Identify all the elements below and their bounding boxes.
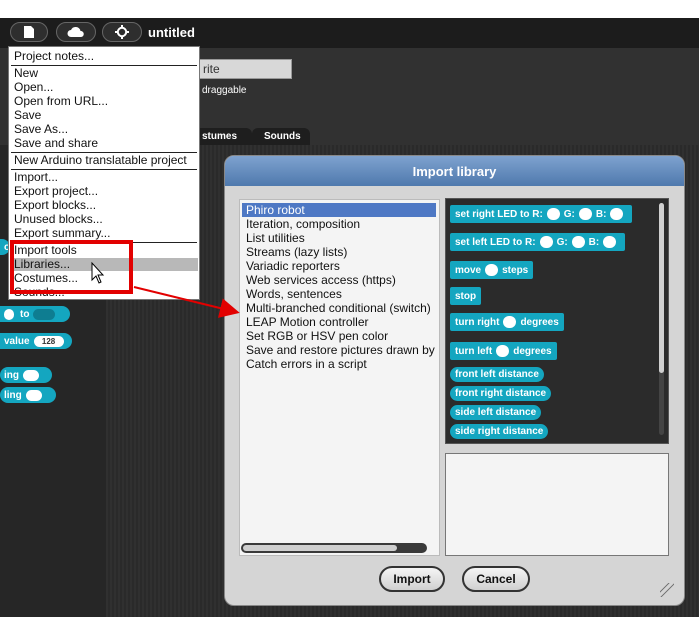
block-label: ling bbox=[4, 389, 22, 401]
highlight-callout bbox=[10, 240, 133, 294]
file-icon bbox=[24, 26, 34, 38]
sprite-name-field[interactable]: rite bbox=[196, 59, 292, 79]
library-item[interactable]: Words, sentences bbox=[246, 287, 342, 301]
library-item[interactable]: Iteration, composition bbox=[246, 217, 360, 231]
library-item[interactable]: LEAP Motion controller bbox=[246, 315, 369, 329]
menu-item-open-url[interactable]: Open from URL... bbox=[14, 95, 108, 108]
block-label: ing bbox=[4, 369, 19, 381]
vertical-scrollbar[interactable] bbox=[659, 203, 664, 435]
scrollbar-thumb[interactable] bbox=[243, 545, 397, 551]
menu-item-save[interactable]: Save bbox=[14, 109, 41, 122]
menu-item-save-as[interactable]: Save As... bbox=[14, 123, 68, 136]
menu-item-save-share[interactable]: Save and share bbox=[14, 137, 98, 150]
block-move-steps: move steps bbox=[450, 261, 534, 279]
project-title: untitled bbox=[148, 25, 195, 40]
block-set-right-led: set right LED to R: G: B: bbox=[450, 205, 633, 223]
input-slot bbox=[539, 236, 553, 248]
library-item[interactable]: Multi-branched conditional (switch) bbox=[246, 301, 431, 315]
menu-item-export-summary[interactable]: Export summary... bbox=[14, 227, 110, 240]
menu-item-import[interactable]: Import... bbox=[14, 171, 58, 184]
variable-slot[interactable] bbox=[33, 308, 56, 320]
library-item[interactable]: Variadic reporters bbox=[246, 259, 340, 273]
input-slot bbox=[503, 316, 517, 328]
menu-item-export-blocks[interactable]: Export blocks... bbox=[14, 199, 96, 212]
reporter-front-right-distance: front right distance bbox=[450, 386, 552, 401]
menu-item-arduino-project[interactable]: New Arduino translatable project bbox=[14, 154, 187, 167]
block-label: value bbox=[4, 335, 30, 347]
reporter-front-left-distance: front left distance bbox=[450, 367, 544, 382]
block-turn-left: turn left degrees bbox=[450, 342, 557, 360]
menu-item-project-notes[interactable]: Project notes... bbox=[14, 50, 94, 63]
block-text: turn right bbox=[455, 316, 500, 328]
input-slot bbox=[496, 345, 510, 357]
block-text: degrees bbox=[520, 316, 559, 328]
input-slot bbox=[603, 236, 617, 248]
input-slot bbox=[571, 236, 585, 248]
dropdown-slot[interactable] bbox=[4, 308, 14, 320]
library-item[interactable]: Streams (lazy lists) bbox=[246, 245, 347, 259]
input-slot bbox=[578, 208, 592, 220]
menu-item-unused-blocks[interactable]: Unused blocks... bbox=[14, 213, 103, 226]
scrollbar-thumb[interactable] bbox=[659, 203, 664, 373]
block-turn-right: turn right degrees bbox=[450, 313, 564, 331]
block-text: set right LED to R: bbox=[455, 208, 543, 220]
library-list: Phiro robot Iteration, composition List … bbox=[239, 199, 440, 556]
block-text: degrees bbox=[513, 345, 552, 357]
dialog-title[interactable]: Import library bbox=[225, 156, 684, 186]
reporter-side-left-distance: side left distance bbox=[450, 405, 542, 420]
block-text: G: bbox=[563, 208, 575, 220]
block-text: B: bbox=[588, 236, 600, 248]
block-text: move bbox=[455, 264, 482, 276]
library-item-phiro-robot[interactable]: Phiro robot bbox=[242, 203, 436, 217]
dropdown-slot[interactable] bbox=[23, 369, 39, 381]
block-set-left-led: set left LED to R: G: B: bbox=[450, 233, 626, 251]
library-item[interactable]: Save and restore pictures drawn by bbox=[246, 343, 435, 357]
menu-item-open[interactable]: Open... bbox=[14, 81, 53, 94]
menu-item-new[interactable]: New bbox=[14, 67, 38, 80]
cancel-button[interactable]: Cancel bbox=[462, 566, 530, 592]
block-text: set left LED to R: bbox=[455, 236, 536, 248]
draggable-label: draggable bbox=[202, 85, 247, 96]
block-stop: stop bbox=[450, 287, 482, 305]
input-slot bbox=[485, 264, 499, 276]
file-menu-button[interactable] bbox=[10, 22, 48, 42]
import-button[interactable]: Import bbox=[379, 566, 445, 592]
block-text: B: bbox=[595, 208, 607, 220]
input-slot bbox=[546, 208, 560, 220]
palette-block[interactable]: ling bbox=[0, 387, 56, 403]
dropdown-slot[interactable] bbox=[25, 389, 42, 401]
block-label: to bbox=[20, 308, 30, 320]
value-slot[interactable]: 128 bbox=[33, 335, 64, 347]
tab-sounds[interactable]: Sounds bbox=[252, 128, 310, 145]
menu-item-export-project[interactable]: Export project... bbox=[14, 185, 98, 198]
palette-block[interactable]: to bbox=[0, 306, 70, 322]
gear-icon bbox=[115, 25, 129, 39]
library-item[interactable]: Set RGB or HSV pen color bbox=[246, 329, 388, 343]
library-item[interactable]: List utilities bbox=[246, 231, 305, 245]
resize-handle[interactable] bbox=[660, 583, 674, 597]
cloud-icon bbox=[67, 26, 84, 37]
menu-divider bbox=[11, 65, 197, 66]
horizontal-scrollbar[interactable] bbox=[241, 543, 427, 553]
library-blocks-preview: set right LED to R: G: B: set left LED t… bbox=[445, 198, 669, 444]
input-slot bbox=[610, 208, 624, 220]
palette-block[interactable]: value 128 bbox=[0, 333, 72, 349]
block-text: G: bbox=[556, 236, 568, 248]
cloud-button[interactable] bbox=[56, 22, 96, 42]
import-library-dialog: Import library Phiro robot Iteration, co… bbox=[224, 155, 685, 606]
block-text: turn left bbox=[455, 345, 493, 357]
library-item[interactable]: Catch errors in a script bbox=[246, 357, 367, 371]
library-description bbox=[445, 453, 669, 556]
top-toolbar: untitled bbox=[0, 18, 699, 48]
palette-block[interactable]: ing bbox=[0, 367, 52, 383]
reporter-side-right-distance: side right distance bbox=[450, 424, 549, 439]
settings-button[interactable] bbox=[102, 22, 142, 42]
library-item[interactable]: Web services access (https) bbox=[246, 273, 396, 287]
block-text: steps bbox=[502, 264, 529, 276]
